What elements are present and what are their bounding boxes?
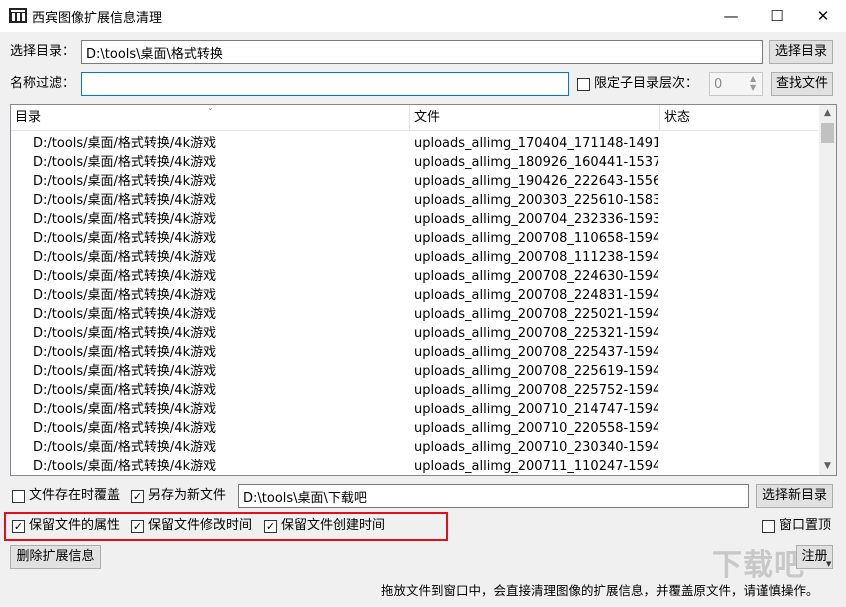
file-cell: uploads_allimg_200708_110658-159417... <box>414 231 658 246</box>
table-row[interactable]: D:/tools/桌面/格式转换/4k游戏 uploads_allimg_2007… <box>11 286 818 305</box>
topmost-label: 窗口置顶 <box>779 518 832 533</box>
file-cell: uploads_allimg_200708_225437-159422... <box>414 345 658 360</box>
minimize-button[interactable]: — <box>708 0 754 32</box>
close-button[interactable]: ✕ <box>800 0 846 32</box>
keep-ctime-label: 保留文件创建时间 <box>281 518 386 533</box>
directory-cell: D:/tools/桌面/格式转换/4k游戏 <box>33 459 217 474</box>
file-cell: uploads_allimg_200704_232336-159387... <box>414 212 658 227</box>
scrollbar-thumb[interactable] <box>821 123 834 143</box>
file-cell: uploads_allimg_200708_111238-159417... <box>414 250 658 265</box>
directory-cell: D:/tools/桌面/格式转换/4k游戏 <box>33 364 217 379</box>
save-as-new-label: 另存为新文件 <box>148 488 227 503</box>
directory-cell: D:/tools/桌面/格式转换/4k游戏 <box>33 136 217 151</box>
file-cell: uploads_allimg_200710_230340-159439... <box>414 440 658 455</box>
keep-mtime-checkbox[interactable]: ✓ <box>131 520 144 533</box>
spinner-arrows-icon[interactable]: ▲ ▼ <box>750 74 756 92</box>
keep-ctime-checkbox[interactable]: ✓ <box>264 520 277 533</box>
directory-cell: D:/tools/桌面/格式转换/4k游戏 <box>33 421 217 436</box>
maximize-button[interactable]: ☐ <box>754 0 800 32</box>
choose-directory-button[interactable]: 选择目录 <box>769 40 833 64</box>
watermark-text: 下载吧 <box>712 548 805 583</box>
column-header-status[interactable]: 状态 <box>660 105 818 130</box>
table-row[interactable]: D:/tools/桌面/格式转换/4k游戏 uploads_allimg_2003… <box>11 191 818 210</box>
table-row[interactable]: D:/tools/桌面/格式转换/4k游戏 uploads_allimg_2007… <box>11 305 818 324</box>
table-row[interactable]: D:/tools/桌面/格式转换/4k游戏 uploads_allimg_2007… <box>11 438 818 457</box>
title-bar: 西宾图像扩展信息清理 — ☐ ✕ <box>0 0 846 32</box>
table-row[interactable]: D:/tools/桌面/格式转换/4k游戏 uploads_allimg_2007… <box>11 362 818 381</box>
overwrite-label: 文件存在时覆盖 <box>29 488 121 503</box>
table-row[interactable]: D:/tools/桌面/格式转换/4k游戏 uploads_allimg_2007… <box>11 381 818 400</box>
filter-label: 名称过滤： <box>10 76 76 91</box>
directory-cell: D:/tools/桌面/格式转换/4k游戏 <box>33 402 217 417</box>
file-cell: uploads_allimg_200708_225619-159422... <box>414 364 658 379</box>
sort-arrow-icon: ⌄ <box>207 104 214 112</box>
name-filter-input[interactable] <box>81 72 569 96</box>
table-row[interactable]: D:/tools/桌面/格式转换/4k游戏 uploads_allimg_2007… <box>11 457 818 475</box>
table-row[interactable]: D:/tools/桌面/格式转换/4k游戏 uploads_allimg_2007… <box>11 400 818 419</box>
keep-attributes-label: 保留文件的属性 <box>29 518 121 533</box>
topmost-checkbox[interactable] <box>762 520 775 533</box>
file-cell: uploads_allimg_200303_225610-158324... <box>414 193 658 208</box>
table-row[interactable]: D:/tools/桌面/格式转换/4k游戏 uploads_allimg_2007… <box>11 419 818 438</box>
find-files-button[interactable]: 查找文件 <box>771 72 833 96</box>
limit-depth-checkbox[interactable] <box>577 78 590 91</box>
file-cell: uploads_allimg_200708_224831-159421... <box>414 288 658 303</box>
directory-cell: D:/tools/桌面/格式转换/4k游戏 <box>33 307 217 322</box>
table-row[interactable]: D:/tools/桌面/格式转换/4k游戏 uploads_allimg_1704… <box>11 134 818 153</box>
vertical-scrollbar[interactable]: ▲ ▼ <box>819 105 836 475</box>
file-cell: uploads_allimg_200708_225752-159422... <box>414 383 658 398</box>
directory-cell: D:/tools/桌面/格式转换/4k游戏 <box>33 212 217 227</box>
file-cell: uploads_allimg_200711_110247-159443... <box>414 459 658 474</box>
file-cell: uploads_allimg_200710_214747-159438... <box>414 402 658 417</box>
table-row[interactable]: D:/tools/桌面/格式转换/4k游戏 uploads_allimg_2007… <box>11 343 818 362</box>
status-message: 拖放文件到窗口中，会直接清理图像的扩展信息，并覆盖原文件，请谨慎操作。 <box>381 583 819 598</box>
directory-cell: D:/tools/桌面/格式转换/4k游戏 <box>33 231 217 246</box>
file-cell: uploads_allimg_180926_160441-153794... <box>414 155 658 170</box>
directory-cell: D:/tools/桌面/格式转换/4k游戏 <box>33 269 217 284</box>
scroll-down-icon[interactable]: ▼ <box>819 458 836 475</box>
table-row[interactable]: D:/tools/桌面/格式转换/4k游戏 uploads_allimg_2007… <box>11 324 818 343</box>
file-cell: uploads_allimg_190426_222643-155628... <box>414 174 658 189</box>
app-logo-icon <box>9 8 27 23</box>
table-row[interactable]: D:/tools/桌面/格式转换/4k游戏 uploads_allimg_2007… <box>11 210 818 229</box>
directory-cell: D:/tools/桌面/格式转换/4k游戏 <box>33 440 217 455</box>
dropdown-arrow-icon[interactable]: ▼ <box>826 560 831 568</box>
save-as-new-checkbox[interactable]: ✓ <box>131 490 144 503</box>
file-cell: uploads_allimg_200708_224630-159421... <box>414 269 658 284</box>
keep-attributes-checkbox[interactable]: ✓ <box>12 520 25 533</box>
choose-new-directory-button[interactable]: 选择新目录 <box>756 484 833 508</box>
directory-input[interactable] <box>81 40 763 64</box>
overwrite-checkbox[interactable] <box>12 490 25 503</box>
table-row[interactable]: D:/tools/桌面/格式转换/4k游戏 uploads_allimg_2007… <box>11 229 818 248</box>
delete-metadata-button[interactable]: 删除扩展信息 <box>10 545 101 569</box>
file-cell: uploads_allimg_200708_225021-159421... <box>414 307 658 322</box>
table-row[interactable]: D:/tools/桌面/格式转换/4k游戏 uploads_allimg_2007… <box>11 248 818 267</box>
file-cell: uploads_allimg_170404_171148-149129... <box>414 136 658 151</box>
table-row[interactable]: D:/tools/桌面/格式转换/4k游戏 uploads_allimg_1809… <box>11 153 818 172</box>
list-header: 目录 ⌄ 文件 状态 <box>11 105 818 131</box>
directory-label: 选择目录： <box>10 44 76 59</box>
directory-cell: D:/tools/桌面/格式转换/4k游戏 <box>33 345 217 360</box>
output-directory-input[interactable] <box>238 484 749 508</box>
scroll-up-icon[interactable]: ▲ <box>819 105 836 122</box>
file-cell: uploads_allimg_200710_220558-159438... <box>414 421 658 436</box>
directory-cell: D:/tools/桌面/格式转换/4k游戏 <box>33 326 217 341</box>
directory-cell: D:/tools/桌面/格式转换/4k游戏 <box>33 250 217 265</box>
column-header-file[interactable]: 文件 <box>410 105 660 130</box>
limit-depth-label: 限定子目录层次： <box>594 76 699 91</box>
file-list[interactable]: 目录 ⌄ 文件 状态 D:/tools/桌面/格式转换/4k游戏 uploads_… <box>10 104 837 476</box>
keep-mtime-label: 保留文件修改时间 <box>148 518 253 533</box>
directory-cell: D:/tools/桌面/格式转换/4k游戏 <box>33 288 217 303</box>
window-title: 西宾图像扩展信息清理 <box>32 11 163 26</box>
directory-cell: D:/tools/桌面/格式转换/4k游戏 <box>33 155 217 170</box>
directory-cell: D:/tools/桌面/格式转换/4k游戏 <box>33 193 217 208</box>
table-row[interactable]: D:/tools/桌面/格式转换/4k游戏 uploads_allimg_1904… <box>11 172 818 191</box>
file-cell: uploads_allimg_200708_225321-159422... <box>414 326 658 341</box>
directory-cell: D:/tools/桌面/格式转换/4k游戏 <box>33 383 217 398</box>
directory-cell: D:/tools/桌面/格式转换/4k游戏 <box>33 174 217 189</box>
table-row[interactable]: D:/tools/桌面/格式转换/4k游戏 uploads_allimg_2007… <box>11 267 818 286</box>
